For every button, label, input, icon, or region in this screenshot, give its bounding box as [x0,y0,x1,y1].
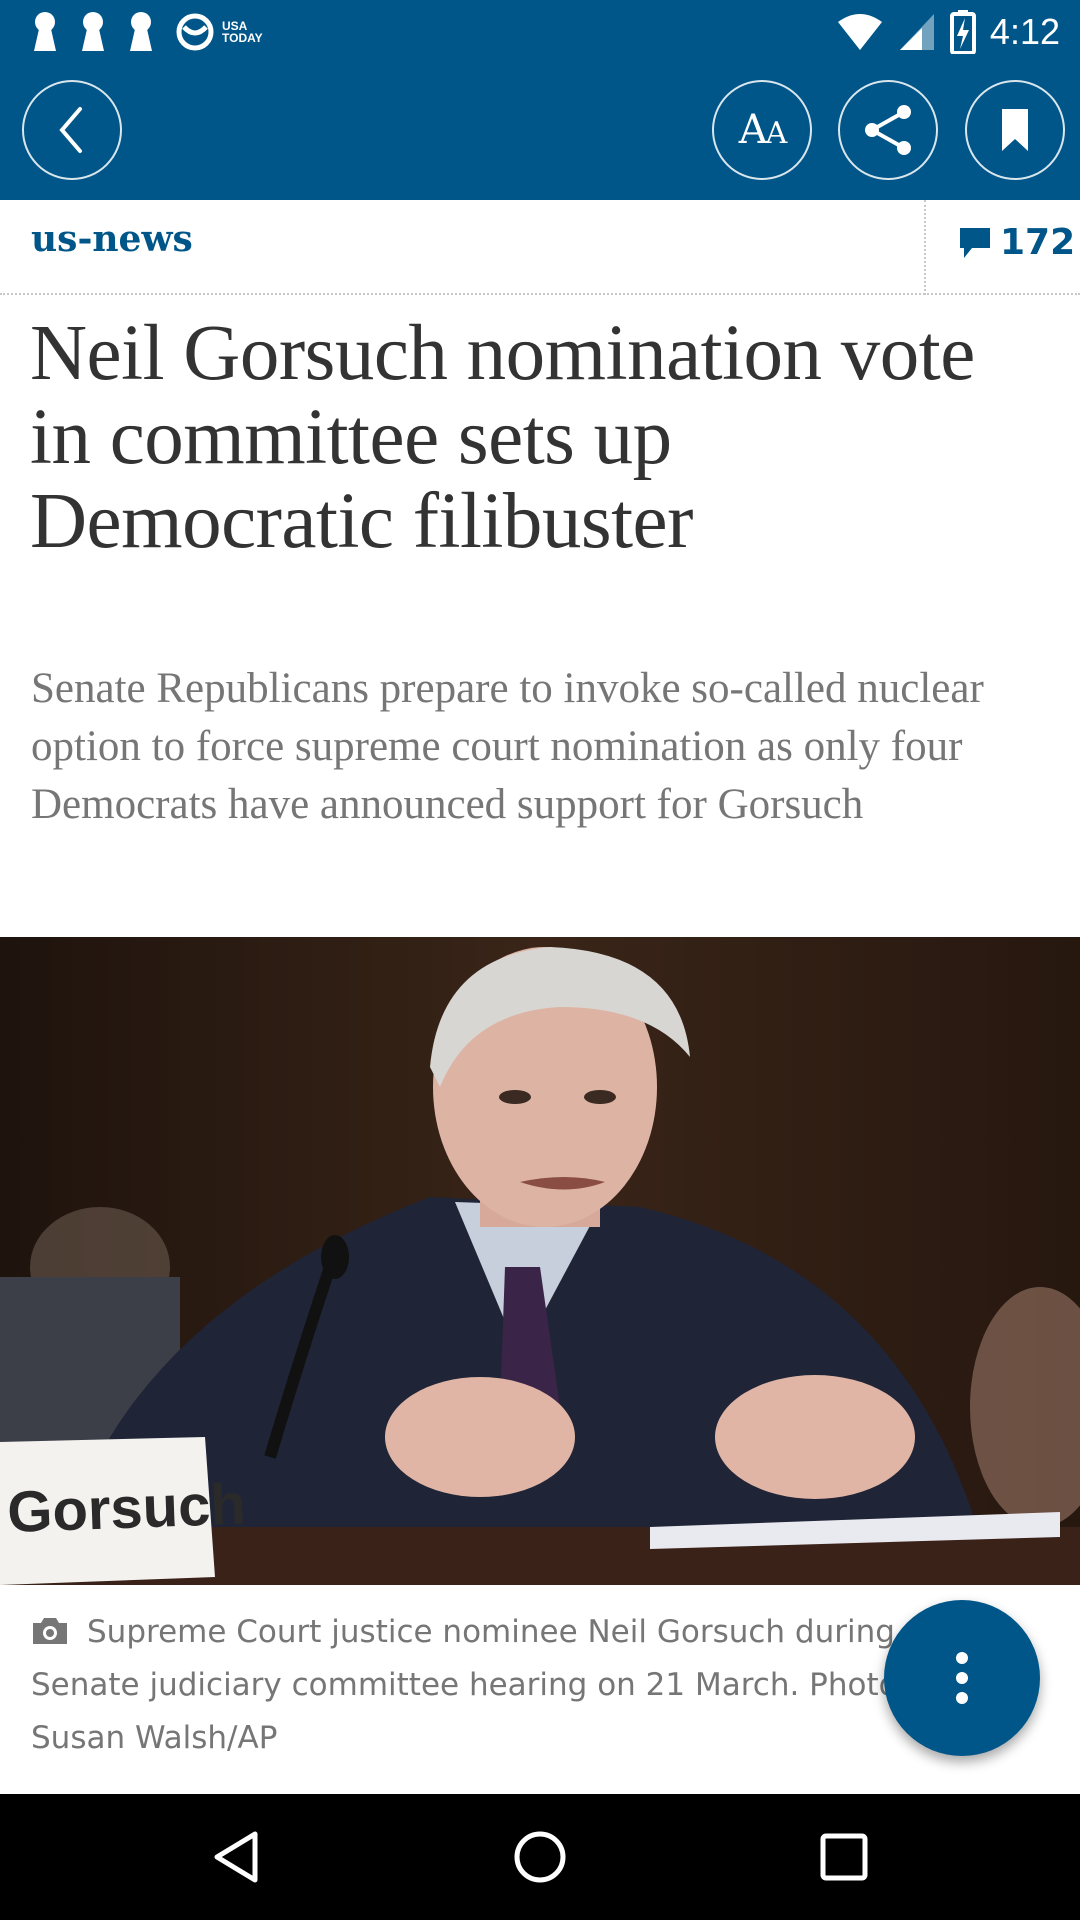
chevron-left-icon [59,107,82,153]
headline: Neil Gorsuch nomination vote in committe… [30,310,975,565]
bookmark-icon [1002,109,1028,151]
status-time: 4:12 [989,11,1060,52]
status-bar: USA TODAY 4:12 [0,0,1080,64]
more-vertical-icon [956,1652,968,1704]
caption-text: Supreme Court justice nominee Neil Gorsu… [31,1614,999,1756]
article-photo[interactable]: Gorsuch [0,937,1080,1585]
nav-back-button[interactable] [206,1827,266,1887]
comment-count: 172 [1000,222,1076,263]
comments-button[interactable]: 172 [958,222,1075,263]
photo-caption: Supreme Court justice nominee Neil Gorsu… [31,1606,1031,1765]
keyhole-icon [82,12,104,51]
keyhole-icon [34,12,56,51]
share-icon [865,105,911,155]
nameplate-label: Gorsuch [6,1472,247,1545]
more-options-button[interactable] [884,1600,1040,1756]
text-size-icon: AA [738,107,788,153]
battery-charging-icon [949,10,976,54]
nav-home-button[interactable] [510,1827,570,1887]
nav-recents-icon [820,1833,868,1881]
camera-icon [33,1618,67,1644]
bookmark-button[interactable] [965,80,1065,180]
section-link[interactable]: us-news [31,218,193,260]
notification-icons: USA TODAY [30,10,263,54]
app-bar: AA [0,64,1080,200]
standfirst: Senate Republicans prepare to invoke so-… [31,665,984,828]
nav-home-icon [514,1831,566,1883]
usa-today-label-2: TODAY [222,31,263,45]
back-button[interactable] [22,80,122,180]
nav-back-icon [214,1831,258,1883]
cell-signal-icon [899,14,934,50]
nav-recents-button[interactable] [814,1827,874,1887]
share-button[interactable] [838,80,938,180]
text-size-button[interactable]: AA [712,80,812,180]
wifi-icon [837,14,882,50]
system-nav-bar [0,1794,1080,1920]
comment-icon [960,227,990,258]
usa-today-icon: USA TODAY [174,13,263,51]
divider [924,200,926,295]
section-row: us-news 172 [0,200,1080,295]
keyhole-icon [130,12,152,51]
